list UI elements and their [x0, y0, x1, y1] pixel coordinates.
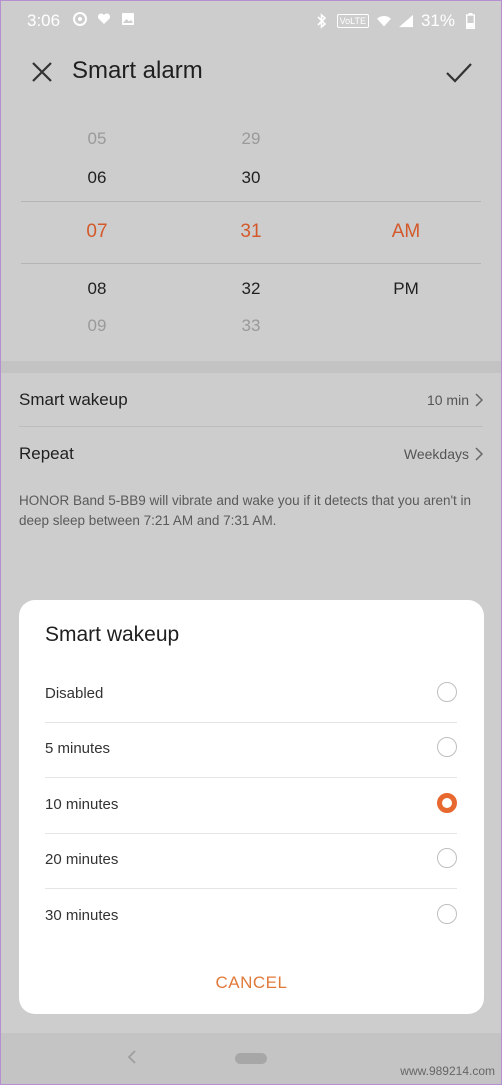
smart-wakeup-row[interactable]: Smart wakeup 10 min — [19, 373, 483, 427]
radio-button[interactable] — [437, 904, 457, 924]
repeat-value: Weekdays — [403, 446, 469, 462]
watermark: www.989214.com — [400, 1064, 495, 1078]
minute-option[interactable]: 33 — [201, 316, 301, 336]
dialog-title: Smart wakeup — [45, 623, 180, 646]
minute-selected[interactable]: 31 — [201, 221, 301, 243]
back-icon[interactable] — [125, 1049, 141, 1065]
smart-wakeup-value: 10 min — [426, 392, 469, 408]
volte-badge: VoLTE — [336, 14, 369, 28]
sync-icon — [73, 12, 87, 26]
close-button[interactable] — [27, 57, 57, 87]
chevron-right-icon — [475, 447, 483, 461]
hour-option[interactable]: 06 — [47, 168, 147, 188]
time-picker[interactable]: 05 06 07 08 09 29 30 31 32 33 AM PM — [1, 111, 501, 359]
page-title: Smart alarm — [72, 57, 203, 84]
option-30-minutes[interactable]: 30 minutes — [45, 889, 457, 944]
navigation-bar: www.989214.com — [1, 1033, 501, 1084]
smart-wakeup-dialog: Smart wakeup Disabled 5 minutes 10 minut… — [19, 600, 484, 1014]
picker-divider-top — [21, 201, 481, 202]
ampm-option[interactable]: PM — [356, 279, 456, 299]
option-label: 20 minutes — [45, 851, 119, 868]
bluetooth-icon — [315, 13, 329, 29]
option-10-minutes[interactable]: 10 minutes — [45, 778, 457, 834]
minute-option[interactable]: 32 — [201, 279, 301, 299]
signal-icon — [398, 14, 413, 28]
repeat-row[interactable]: Repeat Weekdays — [19, 427, 483, 480]
hour-option[interactable]: 05 — [47, 129, 147, 149]
chevron-right-icon — [475, 393, 483, 407]
option-label: 10 minutes — [45, 796, 119, 813]
radio-button-selected[interactable] — [437, 793, 457, 813]
confirm-button[interactable] — [443, 56, 475, 88]
picker-divider-bottom — [21, 263, 481, 264]
heart-icon — [97, 12, 111, 26]
app-header: Smart alarm — [1, 39, 501, 103]
option-label: Disabled — [45, 685, 104, 702]
ampm-selected[interactable]: AM — [356, 221, 456, 243]
hour-option[interactable]: 09 — [47, 316, 147, 336]
minute-option[interactable]: 30 — [201, 168, 301, 188]
battery-icon — [463, 13, 477, 29]
smart-wakeup-label: Smart wakeup — [19, 390, 128, 409]
option-label: 30 minutes — [45, 907, 119, 924]
check-icon — [446, 63, 472, 83]
hour-selected[interactable]: 07 — [47, 221, 147, 243]
option-20-minutes[interactable]: 20 minutes — [45, 833, 457, 889]
cancel-button[interactable]: CANCEL — [19, 973, 484, 993]
option-label: 5 minutes — [45, 740, 111, 757]
radio-button[interactable] — [437, 737, 457, 757]
radio-button[interactable] — [437, 682, 457, 702]
hour-option[interactable]: 08 — [47, 279, 147, 299]
option-5-minutes[interactable]: 5 minutes — [45, 722, 457, 778]
repeat-label: Repeat — [19, 444, 74, 463]
option-disabled[interactable]: Disabled — [45, 667, 457, 723]
minute-option[interactable]: 29 — [201, 129, 301, 149]
section-separator — [1, 361, 501, 373]
status-time: 3:06 — [27, 11, 61, 30]
status-bar: 3:06 VoLTE 31% — [1, 1, 501, 39]
radio-button[interactable] — [437, 848, 457, 868]
image-icon — [121, 12, 135, 26]
close-icon — [32, 62, 52, 82]
wifi-icon — [376, 14, 391, 28]
app-screen: 3:06 VoLTE 31% Smart alarm 05 06 07 08 0… — [0, 0, 502, 1085]
battery-percent: 31% — [420, 11, 455, 30]
smart-wakeup-note: HONOR Band 5-BB9 will vibrate and wake y… — [19, 493, 472, 528]
home-pill[interactable] — [235, 1053, 267, 1064]
